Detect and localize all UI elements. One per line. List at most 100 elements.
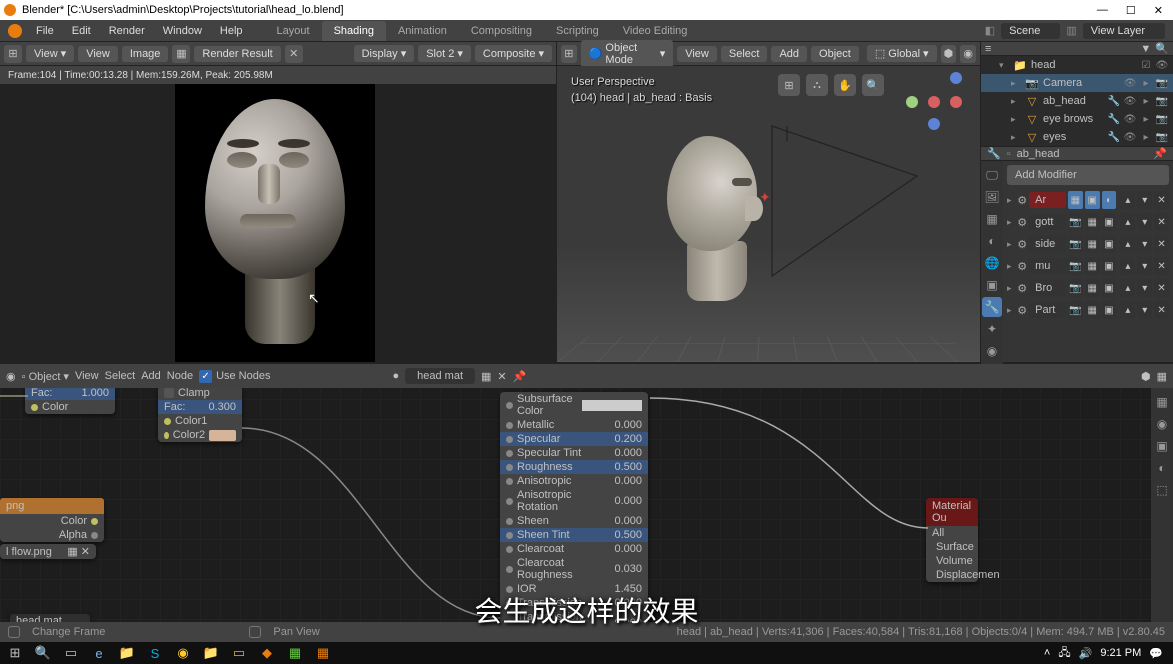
vp-select[interactable]: Select — [721, 46, 768, 62]
outliner-eyes[interactable]: ▸▽ eyes 🔧👁▸📷 — [981, 128, 1173, 146]
modifier-Part[interactable]: ▸⚙Part📷▦▣▴▾✕ — [1007, 301, 1169, 319]
editor-type-icon[interactable]: ⊞ — [4, 45, 22, 63]
modifier-mu[interactable]: ▸⚙mu📷▦▣▴▾✕ — [1007, 257, 1169, 275]
window-maximize[interactable]: ☐ — [1126, 4, 1136, 17]
img-new-icon[interactable]: ✕ — [285, 45, 303, 63]
menu-window[interactable]: Window — [155, 22, 210, 40]
node-material-output[interactable]: Material Ou All Surface Volume Displacem… — [926, 498, 978, 582]
img-slot[interactable]: Slot 2 ▾ — [418, 45, 471, 62]
skype-icon[interactable]: S — [144, 644, 166, 662]
tray-notif-icon[interactable]: 💬 — [1149, 647, 1163, 660]
bsdf-sheen-tint[interactable]: Sheen Tint0.500 — [500, 528, 648, 542]
outliner-editor-icon[interactable]: ≡ — [985, 43, 991, 55]
img-view-btn[interactable]: View — [78, 46, 118, 62]
modifier-gott[interactable]: ▸⚙gott📷▦▣▴▾✕ — [1007, 213, 1169, 231]
pin-icon[interactable]: 📌 — [1153, 147, 1167, 160]
window-close[interactable]: ✕ — [1154, 4, 1163, 17]
outliner-camera[interactable]: ▸📷 Camera 👁▸📷 — [981, 74, 1173, 92]
outliner-search-icon[interactable]: 🔍 — [1155, 42, 1169, 55]
node-node[interactable]: Node — [167, 370, 193, 382]
bsdf-subsurface-color[interactable]: Subsurface Color — [500, 392, 648, 418]
viewlayer-dropdown[interactable]: View Layer — [1083, 23, 1165, 39]
active-object-name[interactable]: ab_head — [1017, 148, 1060, 160]
node-tool-5[interactable]: ⬚ — [1152, 480, 1172, 500]
window-minimize[interactable]: — — [1097, 4, 1108, 17]
tab-physics[interactable]: ◉ — [982, 341, 1002, 361]
tab-scene[interactable]: ◐ — [982, 231, 1002, 251]
mat-new-icon[interactable]: ✕ — [497, 370, 506, 383]
use-nodes-checkbox[interactable]: ✓Use Nodes — [199, 370, 270, 383]
ws-scripting[interactable]: Scripting — [544, 21, 611, 41]
outliner[interactable]: ▾📁 head ☑👁 ▸📷 Camera 👁▸📷 ▸▽ ab_head 🔧👁▸📷… — [981, 56, 1173, 146]
node-image-tex-1[interactable]: png Color Alpha — [0, 498, 104, 542]
node-snap-icon[interactable]: ⬢ — [1141, 370, 1151, 383]
modifier-side[interactable]: ▸⚙side📷▦▣▴▾✕ — [1007, 235, 1169, 253]
node-select[interactable]: Select — [105, 370, 136, 382]
bsdf-roughness[interactable]: Roughness0.500 — [500, 460, 648, 474]
scene-dropdown[interactable]: Scene — [1001, 23, 1060, 39]
bsdf-specular[interactable]: Specular0.200 — [500, 432, 648, 446]
3d-viewport[interactable]: User Perspective (104) head | ab_head : … — [557, 66, 980, 362]
tab-particle[interactable]: ✦ — [982, 319, 1002, 339]
node-overlay-icon[interactable]: ▦ — [1157, 370, 1167, 383]
node-mixrgb-1[interactable]: Fac:1.000 Color — [25, 388, 115, 414]
tab-output[interactable]: 🖼 — [982, 187, 1002, 207]
bsdf-metallic[interactable]: Metallic0.000 — [500, 418, 648, 432]
blender-icon[interactable] — [8, 24, 22, 38]
tray-net-icon[interactable]: 🖧 — [1058, 644, 1070, 663]
render-viewport[interactable]: ↖ — [0, 84, 556, 362]
vp-people-icon[interactable]: ⛬ — [806, 74, 828, 96]
modifier-Ar[interactable]: ▸⚙Ar▦▣◐▴▾✕ — [1007, 191, 1169, 209]
node-object-dd[interactable]: ▫ Object ▾ — [22, 370, 69, 383]
outliner-filter-icon[interactable]: ▼ — [1140, 43, 1151, 55]
img-mode-icon[interactable]: ▦ — [172, 45, 190, 63]
add-modifier-button[interactable]: Add Modifier — [1007, 165, 1169, 185]
explorer-icon[interactable]: 📁 — [116, 644, 138, 662]
img-image-btn[interactable]: Image — [122, 46, 169, 62]
bsdf-sheen[interactable]: Sheen0.000 — [500, 514, 648, 528]
tab-object[interactable]: ▣ — [982, 275, 1002, 295]
bsdf-clearcoat-roughness[interactable]: Clearcoat Roughness0.030 — [500, 556, 648, 582]
tab-render[interactable]: 🖵 — [982, 165, 1002, 185]
vp-pan-icon[interactable]: ✋ — [834, 74, 856, 96]
tab-world[interactable]: 🌐 — [982, 253, 1002, 273]
tray-time[interactable]: 9:21 PM — [1100, 647, 1141, 659]
img-display[interactable]: Display ▾ — [354, 45, 415, 62]
img-view-menu[interactable]: View ▾ — [26, 45, 74, 62]
folder-icon[interactable]: ▭ — [228, 644, 250, 662]
start-button[interactable]: ⊞ — [4, 644, 26, 662]
mat-browse-icon[interactable]: ▦ — [481, 370, 491, 383]
menu-edit[interactable]: Edit — [64, 22, 99, 40]
tray-up-icon[interactable]: ˄ — [1044, 647, 1050, 659]
ws-animation[interactable]: Animation — [386, 21, 459, 41]
axis-gizmo[interactable] — [908, 74, 962, 128]
ws-compositing[interactable]: Compositing — [459, 21, 544, 41]
app-green-icon[interactable]: ▦ — [284, 644, 306, 662]
img-render-result[interactable]: Render Result — [194, 46, 280, 62]
chrome-icon[interactable]: ◉ — [172, 644, 194, 662]
node-tool-2[interactable]: ◉ — [1152, 414, 1172, 434]
material-icon[interactable]: ● — [392, 370, 399, 382]
node-editor-type[interactable]: ◉ — [6, 370, 16, 383]
blender-taskbar-icon[interactable]: ◆ — [256, 644, 278, 662]
node-image-tex-2[interactable]: l flow.png▦ ✕ — [0, 544, 96, 559]
node-mixrgb-2[interactable]: Clamp Fac:0.300 Color1 Color2 — [158, 388, 242, 442]
ws-layout[interactable]: Layout — [265, 21, 322, 41]
menu-file[interactable]: File — [28, 22, 62, 40]
bsdf-anisotropic[interactable]: Anisotropic0.000 — [500, 474, 648, 488]
vp-grid-icon[interactable]: ⊞ — [778, 74, 800, 96]
vp-snap[interactable]: ⬢ — [941, 45, 957, 63]
tab-viewlayer[interactable]: ▦ — [982, 209, 1002, 229]
modifier-Bro[interactable]: ▸⚙Bro📷▦▣▴▾✕ — [1007, 279, 1169, 297]
node-tool-3[interactable]: ▣ — [1152, 436, 1172, 456]
node-view[interactable]: View — [75, 370, 99, 382]
outliner-abhead[interactable]: ▸▽ ab_head 🔧👁▸📷 — [981, 92, 1173, 110]
tab-modifier[interactable]: 🔧 — [982, 297, 1002, 317]
vp-object[interactable]: Object — [811, 46, 859, 62]
task-view-icon[interactable]: ▭ — [60, 644, 82, 662]
vp-view[interactable]: View — [677, 46, 717, 62]
vp-zoom-icon[interactable]: 🔍 — [862, 74, 884, 96]
menu-help[interactable]: Help — [212, 22, 251, 40]
mat-pin-icon[interactable]: 📌 — [513, 370, 527, 383]
node-tool-4[interactable]: ◐ — [1152, 458, 1172, 478]
